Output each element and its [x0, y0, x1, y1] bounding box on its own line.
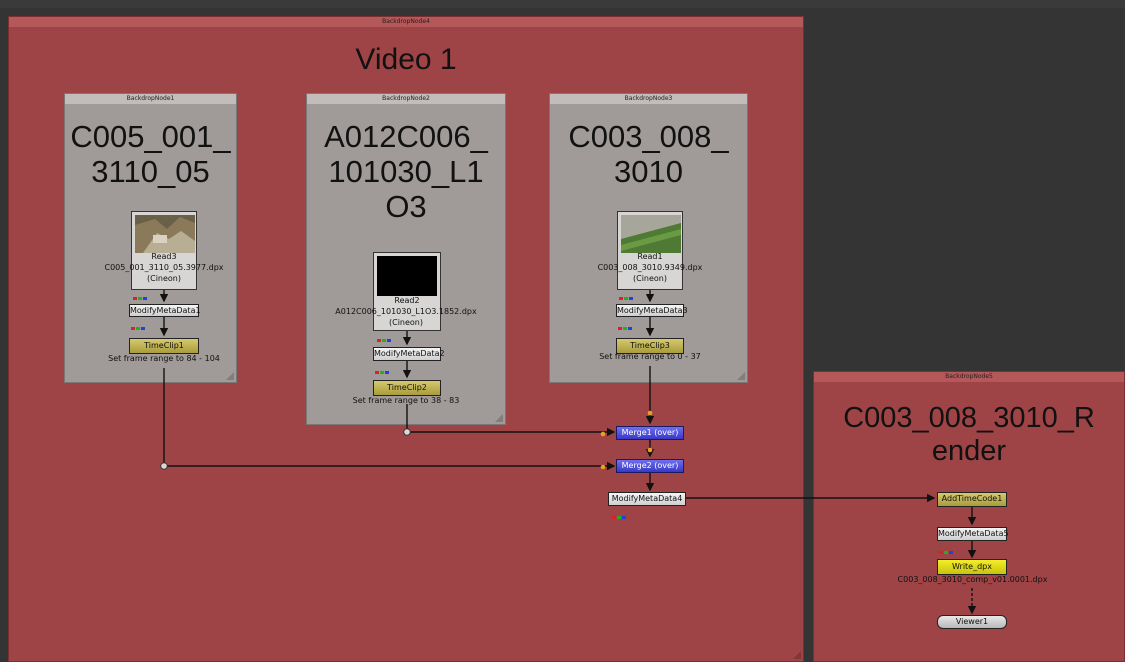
merge1-b-input [647, 410, 653, 416]
read2-format: (Cineon) [388, 318, 423, 327]
modifymetadata3-channels [618, 315, 633, 330]
read1-channels [619, 285, 634, 300]
merge1-node[interactable]: Merge1 (over) [616, 426, 684, 440]
timeclip1-info: Set frame range to 84 - 104 [108, 354, 220, 363]
read3-channels [133, 285, 148, 300]
read3-file: C005_001_3110_05.3977.dpx [104, 263, 224, 272]
modifymetadata2-channels [375, 359, 390, 374]
dot-node-2 [403, 428, 411, 436]
dot-node-1 [160, 462, 168, 470]
read2-channels [377, 327, 392, 342]
write-dpx-file: C003_008_3010_comp_v01.0001.dpx [897, 575, 1048, 584]
merge2-node[interactable]: Merge2 (over) [616, 459, 684, 473]
read3-label: Read3 [151, 252, 177, 261]
timeclip1-node[interactable]: TimeClip1 [129, 338, 199, 354]
read3-thumbnail-image [135, 215, 195, 253]
merge1-mask-input [600, 431, 606, 437]
read1-thumbnail-image [621, 215, 681, 253]
read1-format: (Cineon) [632, 274, 667, 283]
addtimecode1-node[interactable]: AddTimeCode1 [937, 492, 1007, 507]
write-dpx-node[interactable]: Write_dpx [937, 559, 1007, 575]
read3-format: (Cineon) [146, 274, 181, 283]
merge2-b-input [647, 447, 653, 453]
viewer1-node[interactable]: Viewer1 [937, 615, 1007, 629]
modifymetadata5-channels [939, 539, 954, 554]
timeclip3-info: Set frame range to 0 - 37 [599, 352, 701, 361]
timeclip2-info: Set frame range to 38 - 83 [352, 396, 460, 405]
read2-thumbnail-image [377, 256, 437, 296]
read2-label: Read2 [394, 296, 420, 305]
merge2-mask-input [600, 464, 606, 470]
read1-label: Read1 [637, 252, 663, 261]
read2-file: A012C006_101030_L1O3.1852.dpx [335, 307, 477, 316]
modifymetadata1-channels [131, 315, 146, 330]
timeclip2-node[interactable]: TimeClip2 [373, 380, 441, 396]
node-graph-canvas[interactable]: BackdropNode4 Video 1 BackdropNode1 C005… [0, 0, 1125, 662]
modifymetadata4-channels [612, 504, 627, 519]
read1-file: C003_008_3010.9349.dpx [597, 263, 703, 272]
